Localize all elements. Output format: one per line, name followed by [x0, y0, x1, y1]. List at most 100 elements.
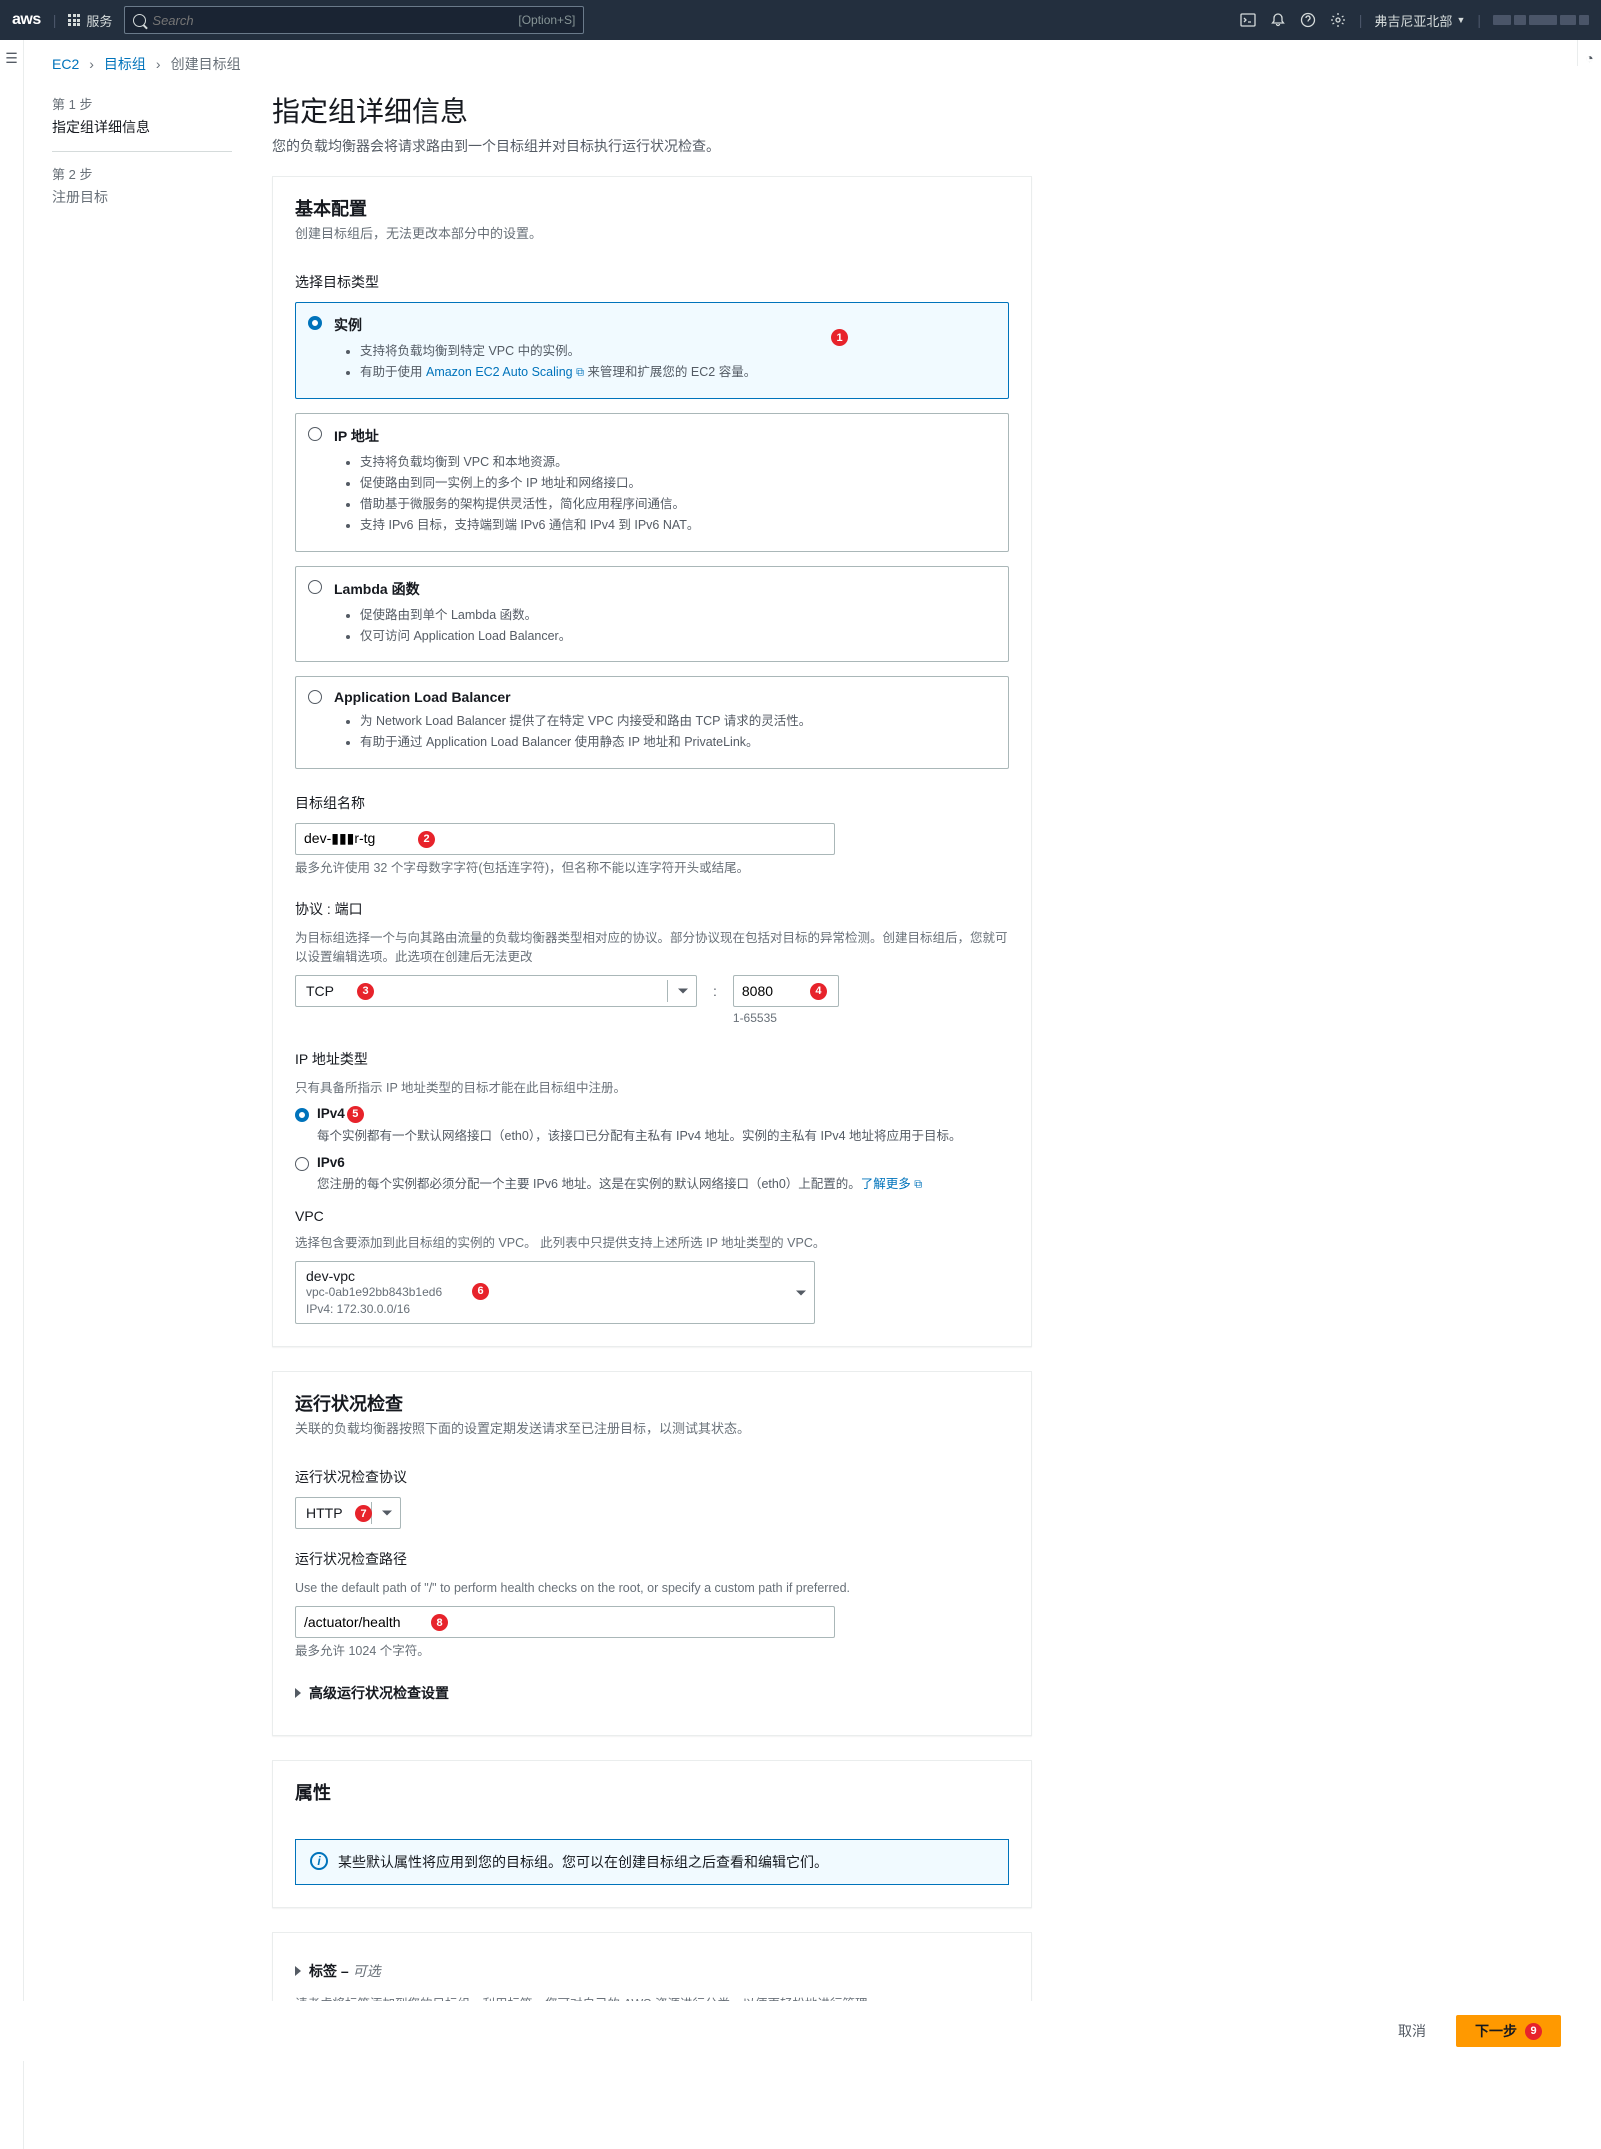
ipv6-learn-more-link[interactable]: 了解更多 ⧉ — [861, 1177, 922, 1191]
radio-icon — [295, 1108, 309, 1122]
hc-advanced-label: 高级运行状况检查设置 — [309, 1683, 449, 1703]
tt-alb-b2: 有助于通过 Application Load Balancer 使用静态 IP … — [360, 732, 992, 753]
ip-type-desc: 只有具备所指示 IP 地址类型的目标才能在此目标组中注册。 — [295, 1079, 1009, 1098]
target-type-alb[interactable]: Application Load Balancer 为 Network Load… — [295, 676, 1009, 769]
main-layout: ☰ ◔ EC2 › 目标组 › 创建目标组 第 1 步 指定组详细信息 第 2 … — [0, 40, 1601, 2149]
hc-heading: 运行状况检查 — [295, 1390, 1009, 1416]
expand-triangle-icon — [295, 1688, 301, 1698]
breadcrumb: EC2 › 目标组 › 创建目标组 — [52, 40, 1601, 86]
target-type-instances[interactable]: 实例 1 支持将负载均衡到特定 VPC 中的实例。 有助于使用 Amazon E… — [295, 302, 1009, 399]
next-button[interactable]: 下一步9 — [1456, 2015, 1561, 2047]
autoscaling-link[interactable]: Amazon EC2 Auto Scaling ⧉ — [426, 365, 584, 379]
panel-attributes: 属性 i 某些默认属性将应用到您的目标组。您可以在创建目标组之后查看和编辑它们。 — [272, 1760, 1032, 1908]
protocol-value: TCP — [306, 983, 334, 999]
ip-type-label: IP 地址类型 — [295, 1049, 1009, 1069]
annotation-badge-6: 6 — [472, 1283, 489, 1300]
region-selector[interactable]: 弗吉尼亚北部 ▼ — [1374, 11, 1465, 30]
step2-label: 第 2 步 — [52, 164, 232, 183]
choose-target-type-label: 选择目标类型 — [295, 272, 1009, 292]
hc-path-hint: 最多允许 1024 个字符。 — [295, 1642, 1009, 1661]
annotation-badge-9: 9 — [1525, 2023, 1542, 2040]
search-input[interactable] — [152, 13, 518, 28]
tt-lambda-b1: 促使路由到单个 Lambda 函数。 — [360, 605, 992, 626]
chevron-right-icon: › — [89, 56, 94, 72]
global-search[interactable]: [Option+S] — [124, 6, 584, 34]
basic-heading: 基本配置 — [295, 195, 1009, 221]
account-menu[interactable] — [1493, 15, 1589, 25]
step2-title: 注册目标 — [52, 187, 232, 207]
tg-name-hint: 最多允许使用 32 个字母数字字符(包括连字符)，但名称不能以连字符开头或结尾。 — [295, 859, 1009, 878]
ipv6-desc: 您注册的每个实例都必须分配一个主要 IPv6 地址。这是在实例的默认网络接口（e… — [317, 1175, 1009, 1194]
wizard-footer: 取消 下一步9 — [0, 2001, 1601, 2061]
grid-icon — [68, 14, 80, 26]
chevron-down-icon — [796, 1290, 806, 1295]
tags-heading: 标签 – — [309, 1963, 353, 1979]
panel-health-checks: 运行状况检查 关联的负载均衡器按照下面的设置定期发送请求至已注册目标，以测试其状… — [272, 1371, 1032, 1736]
notifications-icon[interactable] — [1269, 11, 1287, 29]
target-type-ip[interactable]: IP 地址 支持将负载均衡到 VPC 和本地资源。 促使路由到同一实例上的多个 … — [295, 413, 1009, 552]
tt-inst-b2: 有助于使用 Amazon EC2 Auto Scaling ⧉ 来管理和扩展您的… — [360, 362, 992, 383]
top-nav: aws | 服务 [Option+S] | 弗吉尼亚北部 ▼ | — [0, 0, 1601, 40]
region-label: 弗吉尼亚北部 — [1374, 11, 1452, 30]
external-link-icon: ⧉ — [576, 367, 584, 379]
ipv4-label: IPv4 — [317, 1106, 345, 1121]
tg-name-input[interactable] — [295, 823, 835, 855]
hc-sub: 关联的负载均衡器按照下面的设置定期发送请求至已注册目标，以测试其状态。 — [295, 1418, 1009, 1437]
tg-name-label: 目标组名称 — [295, 793, 1009, 813]
tt-inst-b1: 支持将负载均衡到特定 VPC 中的实例。 — [360, 341, 992, 362]
hc-protocol-select[interactable]: HTTP — [295, 1497, 401, 1529]
settings-icon[interactable] — [1329, 11, 1347, 29]
attrs-info-alert: i 某些默认属性将应用到您的目标组。您可以在创建目标组之后查看和编辑它们。 — [295, 1839, 1009, 1885]
tt-alb-b1: 为 Network Load Balancer 提供了在特定 VPC 内接受和路… — [360, 711, 992, 732]
tt-ip-b2: 促使路由到同一实例上的多个 IP 地址和网络接口。 — [360, 473, 992, 494]
tt-lambda-b2: 仅可访问 Application Load Balancer。 — [360, 626, 992, 647]
vpc-desc: 选择包含要添加到此目标组的实例的 VPC。 此列表中只提供支持上述所选 IP 地… — [295, 1234, 1009, 1253]
attrs-info-text: 某些默认属性将应用到您的目标组。您可以在创建目标组之后查看和编辑它们。 — [338, 1852, 828, 1872]
proto-desc: 为目标组选择一个与向其路由流量的负载均衡器类型相对应的协议。部分协议现在包括对目… — [295, 929, 1009, 967]
ip-type-ipv6[interactable]: IPv6 — [295, 1155, 1009, 1171]
step1-title[interactable]: 指定组详细信息 — [52, 117, 232, 137]
tt-lambda-title: Lambda 函数 — [334, 579, 992, 599]
tt-ip-b1: 支持将负载均衡到 VPC 和本地资源。 — [360, 452, 992, 473]
ip-type-ipv4[interactable]: IPv45 — [295, 1106, 1009, 1123]
step1-label: 第 1 步 — [52, 94, 232, 113]
kbd-hint: [Option+S] — [518, 13, 575, 27]
chevron-down-icon — [678, 988, 688, 993]
breadcrumb-current: 创建目标组 — [171, 54, 241, 74]
tt-ip-b3: 借助基于微服务的架构提供灵活性，简化应用程序间通信。 — [360, 494, 992, 515]
radio-icon — [308, 316, 322, 330]
target-type-lambda[interactable]: Lambda 函数 促使路由到单个 Lambda 函数。 仅可访问 Applic… — [295, 566, 1009, 663]
cancel-button[interactable]: 取消 — [1380, 2015, 1444, 2047]
radio-icon — [295, 1157, 309, 1171]
help-icon[interactable] — [1299, 11, 1317, 29]
breadcrumb-target-groups[interactable]: 目标组 — [104, 54, 146, 74]
radio-icon — [308, 427, 322, 441]
services-menu[interactable]: 服务 — [68, 11, 112, 30]
annotation-badge-8: 8 — [431, 1614, 448, 1631]
hc-path-input[interactable] — [295, 1606, 835, 1638]
cloudshell-icon[interactable] — [1239, 11, 1257, 29]
info-icon: i — [310, 1852, 328, 1870]
left-rail-toggle[interactable]: ☰ — [0, 40, 24, 2149]
services-label: 服务 — [86, 11, 112, 30]
tags-toggle[interactable]: 标签 – 可选 — [295, 1951, 1009, 1991]
breadcrumb-ec2[interactable]: EC2 — [52, 56, 79, 72]
chevron-down-icon — [382, 1511, 392, 1516]
vpc-id: vpc-0ab1e92bb843b1ed6 — [306, 1285, 442, 1299]
hc-proto-label: 运行状况检查协议 — [295, 1467, 1009, 1487]
external-link-icon: ⧉ — [914, 1179, 922, 1191]
aws-logo[interactable]: aws — [12, 11, 41, 29]
annotation-badge-4: 4 — [810, 983, 827, 1000]
chevron-right-icon: › — [156, 56, 161, 72]
tt-alb-title: Application Load Balancer — [334, 689, 992, 705]
hc-path-desc: Use the default path of "/" to perform h… — [295, 1579, 1009, 1598]
vpc-select[interactable]: dev-vpc vpc-0ab1e92bb843b1ed66 IPv4: 172… — [295, 1261, 815, 1325]
main-form: 指定组详细信息 您的负载均衡器会将请求路由到一个目标组并对目标执行运行状况检查。… — [272, 86, 1032, 2069]
ipv6-label: IPv6 — [317, 1155, 345, 1170]
annotation-badge-1: 1 — [831, 329, 848, 346]
annotation-badge-3: 3 — [357, 983, 374, 1000]
protocol-select[interactable]: TCP — [295, 975, 697, 1007]
tt-ip-b4: 支持 IPv6 目标，支持端到端 IPv6 通信和 IPv4 到 IPv6 NA… — [360, 515, 992, 536]
vpc-label: VPC — [295, 1208, 1009, 1224]
hc-advanced-toggle[interactable]: 高级运行状况检查设置 — [295, 1673, 1009, 1713]
